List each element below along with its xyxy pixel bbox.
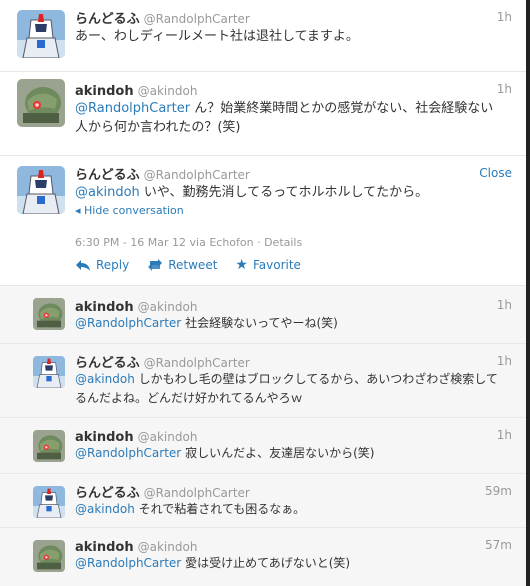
tweet-item[interactable]: らんどるふ @RandolphCarter 1h あー、わしディールメート社は退社… (0, 0, 530, 72)
tweet-text: あー、わしディールメート社は退社してますよ。 (75, 27, 506, 46)
tweet-body: 愛は受け止めてあげないと(笑) (181, 556, 351, 570)
avatar-mech[interactable] (33, 298, 65, 330)
tweet-header: らんどるふ @RandolphCarter (75, 482, 250, 501)
retweet-icon (148, 259, 163, 271)
timestamp[interactable]: 1h (497, 10, 512, 24)
display-name[interactable]: akindoh (75, 430, 134, 445)
mention-link[interactable]: @akindoh (75, 502, 135, 516)
tweet-item-expanded[interactable]: らんどるふ @RandolphCarter Close @akindoh いや、勤… (0, 156, 530, 286)
mention-link[interactable]: @RandolphCarter (75, 446, 181, 460)
display-name[interactable]: らんどるふ (75, 12, 140, 27)
display-name[interactable]: akindoh (75, 300, 134, 315)
tweet-body: 寂しいんだよ、友達居ないから(笑) (181, 446, 375, 460)
mention-link[interactable]: @akindoh (75, 372, 135, 386)
tweet-text: @akindoh それで粘着されても困るなぁ。 (75, 500, 506, 519)
conversation-tweet[interactable]: akindoh @akindoh 1h @RandolphCarter 寂しいんだ… (0, 418, 530, 474)
timestamp[interactable]: 1h (497, 82, 512, 96)
tweet-text: @akindoh しかもわし毛の壁はブロックしてるから、あいつわざわざ検索してる… (75, 370, 506, 408)
mention-link[interactable]: @RandolphCarter (75, 556, 181, 570)
reply-icon (76, 260, 90, 271)
tweet-text: @RandolphCarter 愛は受け止めてあげないと(笑) (75, 554, 506, 573)
tweet-body: いや、勤務先消してるってホルホルしてたから。 (139, 185, 429, 200)
star-icon: ★ (235, 257, 248, 273)
tweet-body: 社会経験ないってやーね(笑) (181, 316, 338, 330)
tweet-header: akindoh @akindoh (75, 426, 197, 445)
screen-name[interactable]: @RandolphCarter (144, 168, 250, 182)
tweet-actions: Reply Retweet ★ Favorite (75, 257, 301, 273)
hide-conversation-label: Hide conversation (84, 204, 184, 217)
close-link[interactable]: Close (479, 166, 512, 180)
conversation-tweet[interactable]: らんどるふ @RandolphCarter 1h @akindoh しかもわし毛の… (0, 344, 530, 418)
mention-link[interactable]: @akindoh (75, 185, 140, 200)
conversation-tweet[interactable]: らんどるふ @RandolphCarter 59m @akindoh それで粘着さ… (0, 474, 530, 528)
conversation-tweet[interactable]: akindoh @akindoh 57m @RandolphCarter 愛は受け… (0, 528, 530, 586)
screen-name[interactable]: @akindoh (138, 430, 198, 444)
conversation-tweet[interactable]: akindoh @akindoh 1h @RandolphCarter 社会経験な… (0, 286, 530, 344)
favorite-button[interactable]: ★ Favorite (235, 257, 301, 273)
timestamp[interactable]: 59m (485, 484, 512, 498)
tweet-header: akindoh @akindoh (75, 296, 197, 315)
avatar-mech[interactable] (33, 430, 65, 462)
screen-name[interactable]: @RandolphCarter (144, 486, 250, 500)
avatar-robot[interactable] (17, 166, 65, 214)
tweet-item[interactable]: akindoh @akindoh 1h @RandolphCarter ん？始業終… (0, 72, 530, 156)
avatar-robot[interactable] (33, 486, 65, 518)
avatar-mech[interactable] (17, 79, 65, 127)
reply-button[interactable]: Reply (75, 258, 129, 272)
tweet-body: しかもわし毛の壁はブロックしてるから、あいつわざわざ検索してるんだよね。どんだけ… (75, 372, 498, 405)
tweet-header: らんどるふ @RandolphCarter (75, 352, 250, 371)
timestamp[interactable]: 1h (497, 298, 512, 312)
tweet-header: らんどるふ @RandolphCarter (75, 164, 250, 183)
favorite-label: Favorite (252, 258, 301, 272)
timestamp[interactable]: 1h (497, 354, 512, 368)
avatar-robot[interactable] (17, 10, 65, 58)
retweet-label: Retweet (168, 258, 218, 272)
hide-conversation-link[interactable]: ◂ Hide conversation (75, 204, 184, 217)
tweet-header: akindoh @akindoh (75, 536, 197, 555)
display-name[interactable]: らんどるふ (75, 356, 140, 371)
avatar-mech[interactable] (33, 540, 65, 572)
screen-name[interactable]: @RandolphCarter (144, 356, 250, 370)
avatar-robot[interactable] (33, 356, 65, 388)
mention-link[interactable]: @RandolphCarter (75, 316, 181, 330)
tweet-body: あー、わしディールメート社は退社してますよ。 (75, 29, 359, 44)
tweet-body: それで粘着されても困るなぁ。 (134, 502, 306, 516)
retweet-button[interactable]: Retweet (147, 258, 217, 272)
tweet-text: @RandolphCarter ん？始業終業時間とかの感覚がない、社会経験ない人… (75, 99, 506, 137)
screen-name[interactable]: @akindoh (138, 300, 198, 314)
tweet-stream: らんどるふ @RandolphCarter 1h あー、わしディールメート社は退社… (0, 0, 530, 586)
window-edge (526, 0, 530, 586)
reply-label: Reply (96, 258, 130, 272)
mention-link[interactable]: @RandolphCarter (75, 101, 190, 116)
timestamp[interactable]: 57m (485, 538, 512, 552)
display-name[interactable]: らんどるふ (75, 168, 140, 183)
display-name[interactable]: akindoh (75, 84, 134, 99)
screen-name[interactable]: @akindoh (138, 84, 198, 98)
tweet-text: @akindoh いや、勤務先消してるってホルホルしてたから。 (75, 183, 506, 202)
screen-name[interactable]: @akindoh (138, 540, 198, 554)
tweet-meta[interactable]: 6:30 PM - 16 Mar 12 via Echofon · Detail… (75, 236, 302, 249)
display-name[interactable]: らんどるふ (75, 486, 140, 501)
tweet-header: akindoh @akindoh (75, 80, 197, 99)
screen-name[interactable]: @RandolphCarter (144, 12, 250, 26)
tweet-text: @RandolphCarter 寂しいんだよ、友達居ないから(笑) (75, 444, 506, 463)
arrow-left-icon: ◂ (75, 204, 85, 217)
tweet-header: らんどるふ @RandolphCarter (75, 8, 250, 27)
display-name[interactable]: akindoh (75, 540, 134, 555)
tweet-text: @RandolphCarter 社会経験ないってやーね(笑) (75, 314, 506, 333)
timestamp[interactable]: 1h (497, 428, 512, 442)
